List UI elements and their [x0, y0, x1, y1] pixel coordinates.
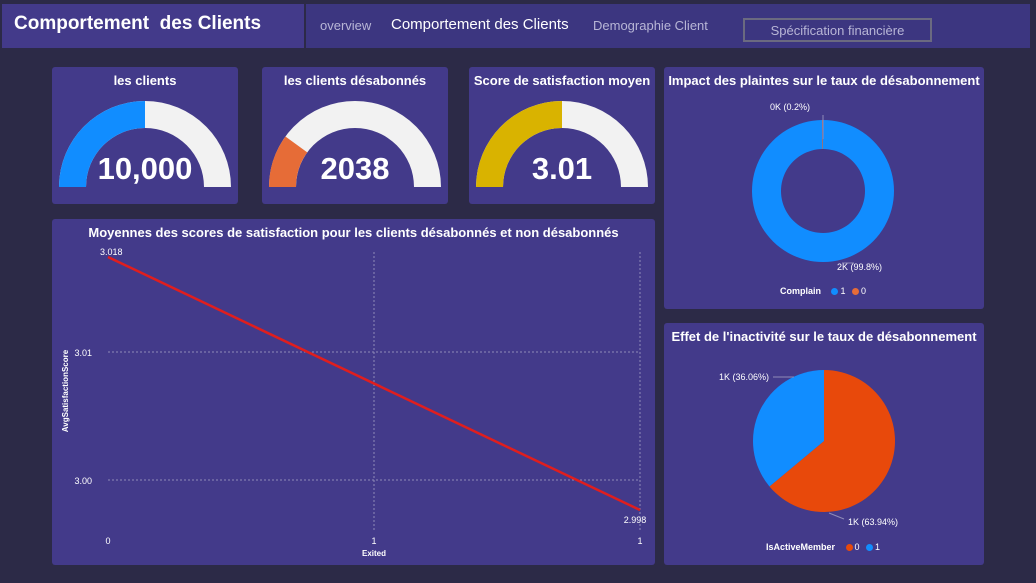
y-tick-label: 3.01 [74, 348, 92, 358]
kpi-value: 10,000 [97, 151, 193, 186]
tab-overview[interactable]: overview [320, 4, 371, 48]
kpi-value: 3.01 [531, 151, 593, 186]
legend-dot [845, 544, 853, 551]
legend-label: 1 [840, 286, 846, 296]
tab-specification-financiere[interactable]: Spécification financière [743, 18, 932, 42]
y-axis-label: AvgSatisfactionScore [61, 349, 70, 432]
legend-label: 1 [875, 542, 881, 552]
slice-label: 2K (99.8%) [837, 262, 882, 272]
line-chart: 3.01 3.00 0 1 1 Exited AvgSatisfactionSc… [61, 247, 647, 558]
donut-chart-card: Impact des plaintes sur le taux de désab… [664, 67, 984, 309]
legend-dot [831, 288, 839, 295]
legend-title: IsActiveMember [765, 542, 835, 552]
legend-item[interactable]: 1 [829, 286, 846, 296]
pie-chart: 1K (36.06%) 1K (63.94%) [719, 370, 898, 527]
kpi-card-satisfaction: Score de satisfaction moyen 3.01 [469, 67, 655, 204]
x-tick-label: 1 [637, 536, 642, 546]
legend-label: 0 [854, 542, 860, 552]
data-label: 2.998 [624, 515, 647, 525]
donut-chart: 0K (0.2%) 2K (99.8%) [752, 102, 895, 272]
label-leader [828, 512, 845, 520]
data-label: 3.018 [100, 247, 123, 257]
y-tick-label: 3.00 [74, 476, 92, 486]
legend-label: 0 [861, 286, 867, 296]
slice-label: 0K (0.2%) [770, 102, 810, 112]
page-title: Comportement des Clients [2, 4, 304, 48]
chart-legend: Complain 1 0 [664, 286, 984, 296]
line-chart-card: Moyennes des scores de satisfaction pour… [52, 219, 655, 565]
slice-label: 1K (63.94%) [848, 517, 898, 527]
slice-label: 1K (36.06%) [719, 372, 769, 382]
top-bar: Comportement des Clients overview Compor… [0, 0, 1036, 52]
tab-demographie-client[interactable]: Demographie Client [593, 4, 708, 48]
x-tick-label: 0 [105, 536, 110, 546]
kpi-value: 2038 [320, 151, 390, 186]
legend-item[interactable]: 1 [864, 542, 880, 552]
pie-slice-1[interactable] [752, 120, 895, 262]
x-tick-label: 1 [371, 536, 376, 546]
legend-dot [852, 288, 860, 295]
legend-dot [866, 544, 874, 551]
nav-bar: overview Comportement des Clients Demogr… [306, 4, 1030, 48]
chart-legend: IsActiveMember 0 1 [664, 542, 984, 552]
pie-chart-card: Effet de l'inactivité sur le taux de dés… [664, 323, 984, 565]
x-axis-label: Exited [362, 549, 386, 558]
tab-comportement-clients[interactable]: Comportement des Clients [391, 4, 569, 48]
kpi-card-clients: les clients 10,000 [52, 67, 238, 204]
legend-title: Complain [779, 286, 821, 296]
legend-item[interactable]: 0 [844, 542, 860, 552]
kpi-card-desabonnes: les clients désabonnés 2038 [262, 67, 448, 204]
legend-item[interactable]: 0 [850, 286, 866, 296]
